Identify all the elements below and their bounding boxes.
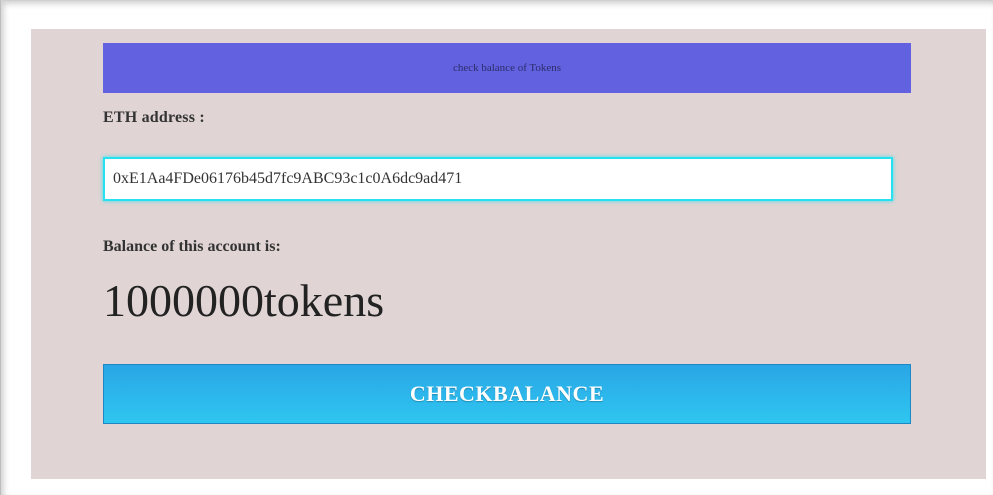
balance-panel: check balance of Tokens ETH address : Ba… [31,29,986,479]
header-title: check balance of Tokens [452,62,562,74]
check-balance-button[interactable]: CHECKBALANCE [103,364,911,424]
page-frame: check balance of Tokens ETH address : Ba… [0,0,993,495]
balance-label: Balance of this account is: [103,238,281,255]
eth-address-input[interactable] [103,157,893,201]
page-header: check balance of Tokens [103,43,911,93]
balance-value: 1000000tokens [103,275,385,326]
eth-address-label: ETH address : [103,109,205,126]
